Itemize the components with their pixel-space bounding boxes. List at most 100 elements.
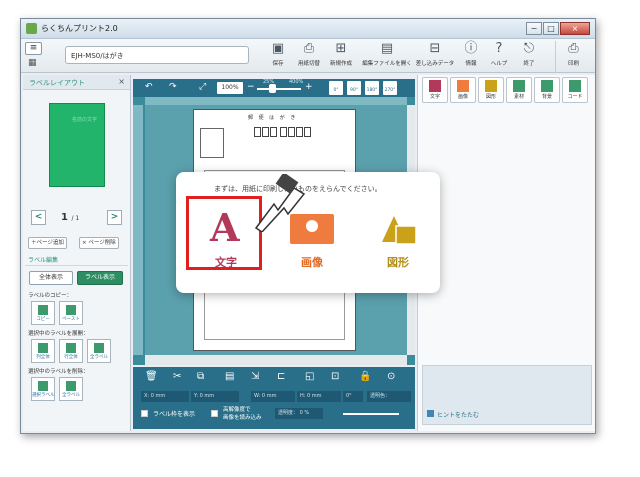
prev-page-button[interactable]: <	[31, 210, 46, 225]
front-icon[interactable]: ◱	[305, 371, 314, 382]
rotate-0-button[interactable]: 0°	[329, 81, 343, 95]
transparent-color-field[interactable]: 透明色：	[367, 391, 411, 402]
paper-switch-button[interactable]: ⎙ 用紙切替	[295, 41, 323, 73]
undo-icon[interactable]: ↶	[145, 82, 153, 92]
window-title: らくちんプリント2.0	[41, 24, 118, 33]
minimize-button[interactable]: −	[526, 22, 542, 35]
y-field[interactable]: Y: 0 mm	[191, 391, 239, 402]
stamp-box	[200, 128, 224, 158]
paste-button[interactable]: ペースト	[59, 301, 83, 325]
new-file-button[interactable]: ⊞ 新規作成	[327, 41, 355, 73]
tab-background[interactable]: 背景	[534, 77, 560, 103]
collapse-hint-button[interactable]: ヒントをたたむ	[437, 410, 479, 419]
fit-view-icon[interactable]: ⤢	[199, 82, 206, 92]
shape-choice-button[interactable]: 図形	[362, 210, 434, 270]
object-toolbar: 🗑 ✂ ⧉ ▤ ⇲ ⊏ ◱ ⊡ 🔒 ⊙ X: 0 mm Y: 0 mm W: 0…	[133, 367, 415, 429]
main-toolbar: ≡ ▦ EJH-MS0/はがき ▣ 保存 ⎙ 用紙切替 ⊞ 新規作成 ▤ 編集フ…	[21, 39, 595, 73]
delete-all-button[interactable]: 全ラベル	[59, 377, 83, 401]
angle-field[interactable]: 0°	[343, 391, 363, 402]
expand-all-button[interactable]: 全ラベル	[87, 339, 111, 363]
printer-icon: ⎙	[568, 41, 579, 56]
redo-icon[interactable]: ↷	[169, 82, 177, 92]
media-selector[interactable]: EJH-MS0/はがき	[65, 46, 249, 64]
layer-icon[interactable]: ⊙	[387, 371, 395, 382]
zoom-select[interactable]: 100%	[217, 82, 243, 94]
material-tab-icon	[513, 80, 525, 92]
rotate-90-button[interactable]: 90°	[347, 81, 361, 95]
paper-title: 郵 便 は が き	[248, 115, 298, 121]
help-icon: ?	[495, 41, 503, 56]
shape-tab-icon	[485, 80, 497, 92]
title-bar: らくちんプリント2.0 − □ ×	[21, 19, 595, 39]
add-page-button[interactable]: ＋ページ追加	[28, 237, 67, 249]
panel-header: ラベルレイアウト ×	[23, 75, 130, 90]
transparency-field[interactable]: 透明度： 0 %	[275, 408, 323, 419]
show-label-button[interactable]: ラベル表示	[77, 271, 123, 285]
background-tab-icon	[541, 80, 553, 92]
lock-icon[interactable]: 🔒	[359, 371, 371, 382]
open-file-button[interactable]: ▤ 編集ファイルを開く	[361, 41, 413, 73]
tab-shape[interactable]: 図形	[478, 77, 504, 103]
info-button[interactable]: ⓘ 情報	[461, 41, 481, 73]
delete-title: 選択中のラベルを削除：	[28, 369, 89, 375]
media-name: EJH-MS0/はがき	[71, 52, 124, 60]
w-field[interactable]: W: 0 mm	[251, 391, 295, 402]
rotate-180-button[interactable]: 180°	[365, 81, 379, 95]
delete-icon[interactable]: 🗑	[145, 371, 158, 382]
x-field[interactable]: X: 0 mm	[141, 391, 189, 402]
zoom-slider-knob[interactable]	[269, 84, 276, 93]
save-button[interactable]: ▣ 保存	[267, 41, 289, 73]
copy-button[interactable]: コピー	[31, 301, 55, 325]
expand-row-button[interactable]: 行全体	[59, 339, 83, 363]
show-all-button[interactable]: 全体表示	[29, 271, 73, 285]
panel-title: ラベルレイアウト	[29, 79, 85, 87]
exit-button[interactable]: ⎋ 終了	[519, 41, 539, 73]
merge-data-icon: ⊟	[429, 41, 441, 56]
rotate-270-button[interactable]: 270°	[383, 81, 397, 95]
page-indicator: 1 / 1	[61, 212, 80, 223]
high-density-checkbox[interactable]	[211, 410, 218, 417]
tab-text[interactable]: 文字	[422, 77, 448, 103]
zoom-in-icon[interactable]: +	[305, 82, 313, 92]
tab-code[interactable]: コード	[562, 77, 588, 103]
cut-icon[interactable]: ✂	[173, 371, 181, 382]
zoom-slider[interactable]	[257, 88, 301, 90]
tab-image[interactable]: 画像	[450, 77, 476, 103]
show-frame-checkbox[interactable]	[141, 410, 148, 417]
expand-column-button[interactable]: 列全体	[31, 339, 55, 363]
close-button[interactable]: ×	[560, 22, 590, 35]
column-icon	[38, 343, 48, 353]
grid-menu-icon[interactable]: ▦	[28, 58, 39, 69]
tab-material[interactable]: 素材	[506, 77, 532, 103]
arrange-icon[interactable]: ⇲	[251, 371, 259, 382]
menu-icon[interactable]: ≡	[25, 42, 42, 55]
group-icon[interactable]: ⊡	[331, 371, 339, 382]
transparency-slider[interactable]	[343, 413, 399, 415]
delete-page-button[interactable]: × ページ削除	[79, 237, 119, 249]
all-labels-icon	[94, 343, 104, 353]
shape-icon	[382, 216, 417, 245]
copy-object-icon[interactable]: ⧉	[197, 371, 204, 382]
print-button[interactable]: ⎙ 印刷	[555, 41, 585, 73]
align-icon[interactable]: ⊏	[277, 371, 285, 382]
merge-data-button[interactable]: ⊟ 差し込みデータ	[415, 41, 455, 73]
paste-object-icon[interactable]: ▤	[225, 371, 234, 382]
horizontal-scrollbar[interactable]	[145, 355, 407, 365]
zoom-out-icon[interactable]: −	[247, 82, 255, 92]
maximize-button[interactable]: □	[543, 22, 559, 35]
h-field[interactable]: H: 0 mm	[297, 391, 341, 402]
help-button[interactable]: ? ヘルプ	[487, 41, 511, 73]
label-thumbnail[interactable]: 名前の文字	[49, 103, 105, 187]
all-labels-delete-icon	[66, 381, 76, 391]
open-file-icon: ▤	[380, 41, 394, 56]
next-page-button[interactable]: >	[107, 210, 122, 225]
info-icon: ⓘ	[464, 41, 478, 56]
exit-icon: ⎋	[523, 41, 535, 56]
paper-switch-icon: ⎙	[303, 41, 315, 56]
label-edit-title: ラベル編集	[28, 257, 59, 264]
panel-close-icon[interactable]: ×	[118, 77, 125, 86]
tools-panel: 文字 画像 図形 素材 背景 コード ヒントをたたむ	[417, 75, 595, 431]
delete-selected-button[interactable]: 選択ラベル	[31, 377, 55, 401]
collapse-hint-icon[interactable]	[427, 410, 434, 417]
label-layout-panel: ラベルレイアウト × 名前の文字 < 1 / 1 > ＋ページ追加 × ページ削…	[23, 75, 131, 431]
